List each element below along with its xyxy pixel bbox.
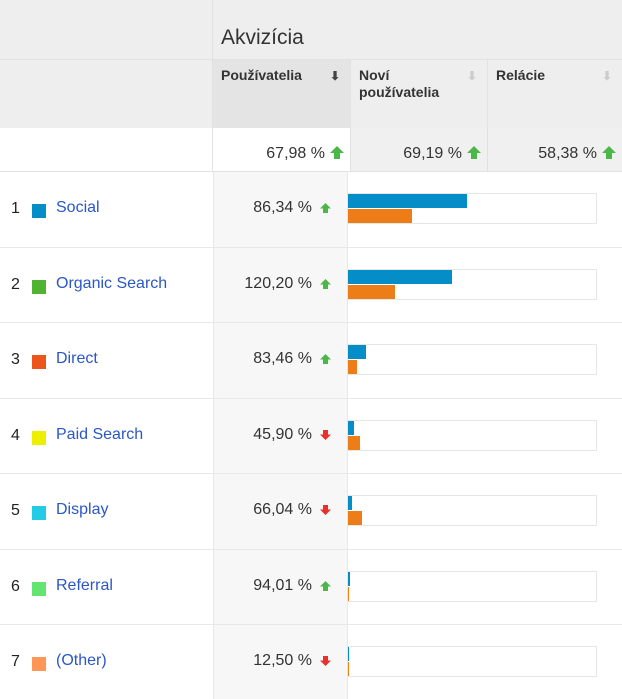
users-change-cell: 94,01 %	[213, 549, 348, 624]
bar-current-period	[348, 647, 349, 661]
channel-link[interactable]: Organic Search	[56, 275, 167, 293]
series-color-swatch	[32, 581, 46, 596]
channel-link[interactable]: Referral	[56, 577, 113, 595]
trend-up-icon	[320, 203, 331, 213]
bar-current-period	[348, 571, 350, 586]
bar-current-period	[348, 496, 352, 510]
channel-link[interactable]: Paid Search	[56, 426, 143, 444]
trend-down-icon	[320, 656, 331, 666]
users-change-cell: 83,46 %	[213, 323, 348, 398]
row-index: 5	[11, 502, 20, 519]
series-color-swatch	[32, 355, 46, 369]
row-index: 2	[11, 275, 20, 293]
users-change-value: 45,90 %	[253, 425, 312, 443]
comparison-bar-chart	[347, 419, 597, 451]
row-index: 3	[11, 351, 20, 368]
sort-arrow-down-icon[interactable]: ⬇	[602, 68, 612, 85]
column-header-sessions[interactable]: Relácie ⬇	[488, 60, 622, 128]
users-change-value: 83,46 %	[253, 350, 312, 367]
column-header-users[interactable]: Používatelia ⬇	[213, 60, 351, 128]
trend-up-icon	[320, 580, 331, 591]
group-title: Akvizícia	[221, 26, 304, 49]
row-index: 6	[11, 577, 20, 595]
comparison-bar-chart	[347, 646, 597, 677]
column-label: Noví používatelia	[359, 67, 440, 100]
sort-arrow-down-icon[interactable]: ⬇	[467, 68, 477, 85]
users-change-cell: 86,34 %	[213, 172, 348, 247]
row-index: 4	[11, 426, 20, 444]
table-row: 6 Referral 94,01 %	[0, 549, 622, 625]
bar-previous-period	[348, 511, 362, 525]
series-color-swatch	[32, 279, 46, 294]
bar-current-period	[348, 194, 467, 208]
sort-arrow-down-icon[interactable]: ⬇	[330, 68, 340, 85]
comparison-bar-chart	[347, 570, 597, 602]
row-index: 1	[11, 200, 20, 217]
column-header-new-users[interactable]: Noví používatelia ⬇	[351, 60, 488, 128]
users-change-value: 120,20 %	[244, 274, 312, 292]
users-change-value: 86,34 %	[253, 199, 312, 216]
channel-link[interactable]: Social	[56, 199, 100, 217]
bar-previous-period	[348, 662, 349, 676]
table-row: 5 Display 66,04 %	[0, 474, 622, 550]
dimension-header-spacer	[0, 0, 213, 60]
trend-down-icon	[320, 505, 331, 515]
bar-current-period	[348, 269, 452, 284]
trend-up-icon	[320, 354, 331, 364]
total-new-users: 69,19 %	[351, 128, 488, 172]
comparison-bar-chart	[347, 495, 597, 526]
table-row: 7 (Other) 12,50 %	[0, 625, 622, 699]
series-color-swatch	[32, 430, 46, 445]
users-change-cell: 66,04 %	[213, 474, 348, 549]
trend-up-icon	[320, 278, 331, 289]
table-row: 2 Organic Search 120,20 %	[0, 247, 622, 323]
trend-up-icon	[602, 146, 616, 159]
column-label: Používatelia	[221, 67, 302, 83]
trend-up-icon	[467, 146, 481, 159]
bar-previous-period	[348, 586, 349, 601]
users-change-cell: 120,20 %	[213, 247, 348, 322]
total-value: 67,98 %	[266, 145, 325, 162]
series-color-swatch	[32, 204, 46, 218]
total-value: 69,19 %	[403, 145, 462, 162]
series-color-swatch	[32, 657, 46, 671]
comparison-bar-chart	[347, 268, 597, 300]
comparison-bar-chart	[347, 193, 597, 224]
dimension-column-header	[0, 60, 213, 128]
total-value: 58,38 %	[538, 145, 597, 162]
table-row: 4 Paid Search 45,90 %	[0, 398, 622, 474]
bar-previous-period	[348, 284, 395, 299]
bar-previous-period	[348, 360, 357, 374]
column-label: Relácie	[496, 67, 546, 83]
channel-link[interactable]: Direct	[56, 350, 98, 368]
channel-table-body: 1 Social 86,34 % 2 Organic Search 120,20 % 3 Di…	[0, 172, 622, 699]
channel-link[interactable]: Display	[56, 501, 108, 519]
group-header	[0, 0, 622, 60]
users-change-value: 12,50 %	[253, 652, 312, 669]
users-change-cell: 12,50 %	[213, 625, 348, 699]
row-index: 7	[11, 653, 20, 670]
bar-previous-period	[348, 435, 360, 450]
users-change-value: 94,01 %	[253, 576, 312, 594]
users-change-cell: 45,90 %	[213, 398, 348, 473]
total-users: 67,98 %	[213, 128, 351, 172]
bar-previous-period	[348, 209, 412, 223]
comparison-bar-chart	[347, 344, 597, 375]
users-change-value: 66,04 %	[253, 501, 312, 518]
trend-down-icon	[320, 429, 331, 440]
trend-up-icon	[330, 146, 344, 159]
bar-current-period	[348, 345, 366, 359]
total-sessions: 58,38 %	[488, 128, 622, 172]
table-row: 3 Direct 83,46 %	[0, 323, 622, 399]
series-color-swatch	[32, 506, 46, 520]
table-row: 1 Social 86,34 %	[0, 172, 622, 248]
totals-label-cell	[0, 128, 213, 172]
channel-link[interactable]: (Other)	[56, 652, 107, 670]
bar-current-period	[348, 420, 354, 435]
